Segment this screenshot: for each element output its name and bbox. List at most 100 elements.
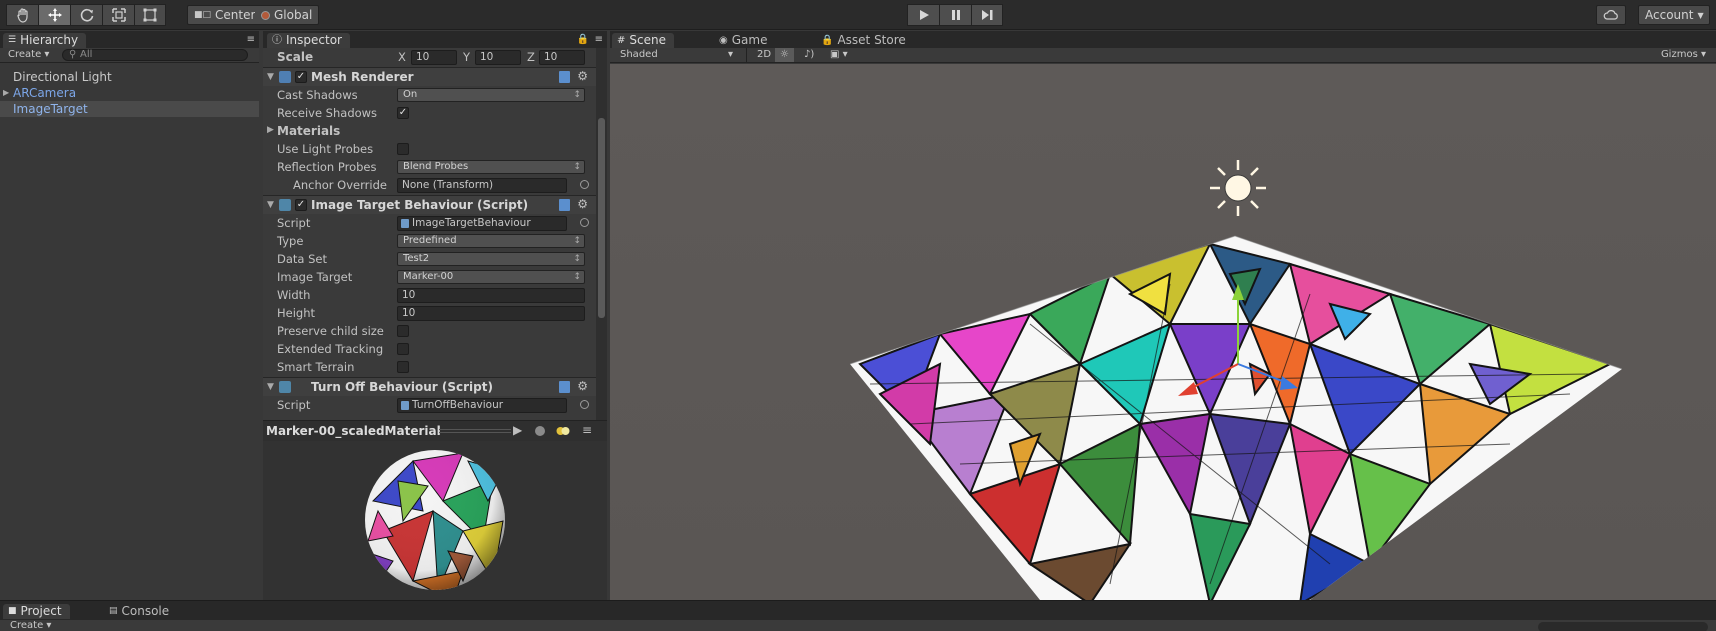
pivot-global-toggle[interactable]: Global xyxy=(255,5,320,25)
inspector-panel: ⓘ Inspector 🔒 ≡ Scale X 10 Y 10 Z 10 ▼ ✓… xyxy=(263,31,607,600)
mesh-renderer-header[interactable]: ▼ ✓ Mesh Renderer ⚙ xyxy=(263,67,596,86)
scene-lighting-toggle[interactable]: ☼ xyxy=(775,48,794,62)
hierarchy-item-label: ImageTarget xyxy=(13,102,88,116)
panel-menu-icon[interactable]: ≡ xyxy=(247,33,255,47)
account-dropdown[interactable]: Account ▼ xyxy=(1638,5,1710,25)
scene-viewport[interactable] xyxy=(610,64,1716,600)
collapse-arrow-icon[interactable]: ▼ xyxy=(267,72,274,82)
shading-mode-dropdown[interactable]: Shaded xyxy=(620,48,658,62)
component-title: Mesh Renderer xyxy=(311,70,414,84)
use-light-probes-checkbox[interactable] xyxy=(397,143,409,155)
anchor-override-field[interactable]: None (Transform) xyxy=(397,178,567,193)
type-dropdown[interactable]: Predefined xyxy=(397,234,585,248)
scale-y-field[interactable]: 10 xyxy=(475,50,521,65)
tab-console[interactable]: ▤ Console xyxy=(104,604,177,619)
panel-menu-icon[interactable]: ≡ xyxy=(582,423,592,437)
expand-arrow-icon[interactable]: ▶ xyxy=(267,125,274,135)
inspector-scrollbar[interactable] xyxy=(596,48,607,451)
account-label: Account xyxy=(1645,8,1694,22)
hierarchy-item-imagetarget[interactable]: ImageTarget xyxy=(13,102,88,116)
scrollbar-thumb[interactable] xyxy=(598,118,605,318)
receive-shadows-label: Receive Shadows xyxy=(277,106,378,120)
script-field[interactable]: TurnOffBehaviour xyxy=(397,398,567,413)
cast-shadows-row: Cast Shadows On xyxy=(263,86,585,104)
resize-grip[interactable] xyxy=(439,429,511,433)
smart-terrain-row: Smart Terrain xyxy=(263,358,559,376)
material-preview-sphere xyxy=(365,450,505,590)
tab-project[interactable]: ■ Project xyxy=(3,604,70,619)
tab-asset-store[interactable]: 🔒 Asset Store xyxy=(816,33,914,48)
object-picker-icon[interactable] xyxy=(580,180,589,189)
play-button[interactable] xyxy=(907,4,939,26)
width-field[interactable]: 10 xyxy=(397,288,585,303)
project-create-label: Create xyxy=(10,620,44,631)
turn-off-behaviour-header[interactable]: ▼ Turn Off Behaviour (Script) ⚙ xyxy=(263,377,596,396)
object-picker-icon[interactable] xyxy=(580,400,589,409)
project-create-button[interactable]: Create ▾ xyxy=(10,619,51,631)
move-tool-button[interactable] xyxy=(38,4,70,26)
transform-tools xyxy=(6,4,166,26)
tab-hierarchy[interactable]: ☰ Hierarchy xyxy=(3,33,87,48)
image-target-dropdown[interactable]: Marker-00 xyxy=(397,270,585,284)
tab-game[interactable]: ◉ Game xyxy=(714,33,775,48)
smart-terrain-checkbox[interactable] xyxy=(397,361,409,373)
hierarchy-item-label: Directional Light xyxy=(13,70,112,84)
preview-play-icon[interactable]: ▶ xyxy=(513,423,522,437)
mesh-renderer-enabled-checkbox[interactable]: ✓ xyxy=(295,71,307,83)
project-search-input[interactable] xyxy=(1538,622,1708,631)
help-book-icon[interactable] xyxy=(559,199,570,211)
directional-light-gizmo[interactable] xyxy=(1210,160,1266,216)
gear-icon[interactable]: ⚙ xyxy=(577,69,588,83)
rect-tool-button[interactable] xyxy=(134,4,166,26)
reflection-probes-dropdown[interactable]: Blend Probes xyxy=(397,160,585,174)
gear-icon[interactable]: ⚙ xyxy=(577,197,588,211)
rotate-tool-button[interactable] xyxy=(70,4,102,26)
extended-tracking-checkbox[interactable] xyxy=(397,343,409,355)
receive-shadows-row: Receive Shadows ✓ xyxy=(263,104,559,122)
panel-menu-icon[interactable]: ≡ xyxy=(595,33,603,47)
collab-cloud-button[interactable] xyxy=(1596,5,1626,25)
gizmos-dropdown[interactable]: Gizmos ▾ xyxy=(1661,48,1706,62)
preserve-child-size-checkbox[interactable] xyxy=(397,325,409,337)
script-icon xyxy=(279,381,291,393)
folder-icon: ■ xyxy=(8,606,17,616)
receive-shadows-checkbox[interactable]: ✓ xyxy=(397,107,409,119)
hierarchy-item-arcamera[interactable]: ARCamera xyxy=(13,86,76,100)
scale-tool-button[interactable] xyxy=(102,4,134,26)
script-field[interactable]: ImageTargetBehaviour xyxy=(397,216,567,231)
help-book-icon[interactable] xyxy=(559,71,570,83)
scale-x-field[interactable]: 10 xyxy=(411,50,457,65)
cast-shadows-dropdown[interactable]: On xyxy=(397,88,585,102)
collapse-arrow-icon[interactable]: ▼ xyxy=(267,382,274,392)
hierarchy-search-input[interactable]: ⚲ All xyxy=(62,49,248,61)
pivot-center-toggle[interactable]: ■□ Center xyxy=(187,5,263,25)
pause-button[interactable] xyxy=(939,4,971,26)
search-icon: ⚲ xyxy=(69,49,77,60)
tab-scene[interactable]: # Scene xyxy=(612,33,674,48)
scale-z-field[interactable]: 10 xyxy=(539,50,585,65)
hand-tool-button[interactable] xyxy=(6,4,38,26)
hierarchy-create-button[interactable]: Create ▾ xyxy=(8,48,49,62)
image-target-behaviour-header[interactable]: ▼ ✓ Image Target Behaviour (Script) ⚙ xyxy=(263,195,596,214)
scale-x-label: X xyxy=(398,50,406,64)
data-set-dropdown[interactable]: Test2 xyxy=(397,252,585,266)
preview-sphere-icon[interactable] xyxy=(535,426,545,436)
cast-shadows-label: Cast Shadows xyxy=(277,88,358,102)
height-field[interactable]: 10 xyxy=(397,306,585,321)
help-book-icon[interactable] xyxy=(559,381,570,393)
step-button[interactable] xyxy=(971,4,1003,26)
toggle-2d-button[interactable]: 2D xyxy=(746,48,771,62)
tab-inspector[interactable]: ⓘ Inspector xyxy=(267,33,350,48)
scene-audio-toggle[interactable]: ♪) xyxy=(804,48,814,62)
image-target-enabled-checkbox[interactable]: ✓ xyxy=(295,199,307,211)
hierarchy-item-directional-light[interactable]: Directional Light xyxy=(13,70,112,84)
scene-effects-dropdown[interactable]: ▣ ▾ xyxy=(830,48,848,62)
expand-arrow-icon[interactable]: ▶ xyxy=(3,88,9,97)
materials-row[interactable]: ▶ Materials xyxy=(263,122,559,140)
material-preview-area[interactable] xyxy=(263,441,607,600)
gear-icon[interactable]: ⚙ xyxy=(577,379,588,393)
object-picker-icon[interactable] xyxy=(580,218,589,227)
lock-icon[interactable]: 🔒 xyxy=(577,33,589,47)
preview-light-icon[interactable] xyxy=(556,426,570,436)
collapse-arrow-icon[interactable]: ▼ xyxy=(267,200,274,210)
